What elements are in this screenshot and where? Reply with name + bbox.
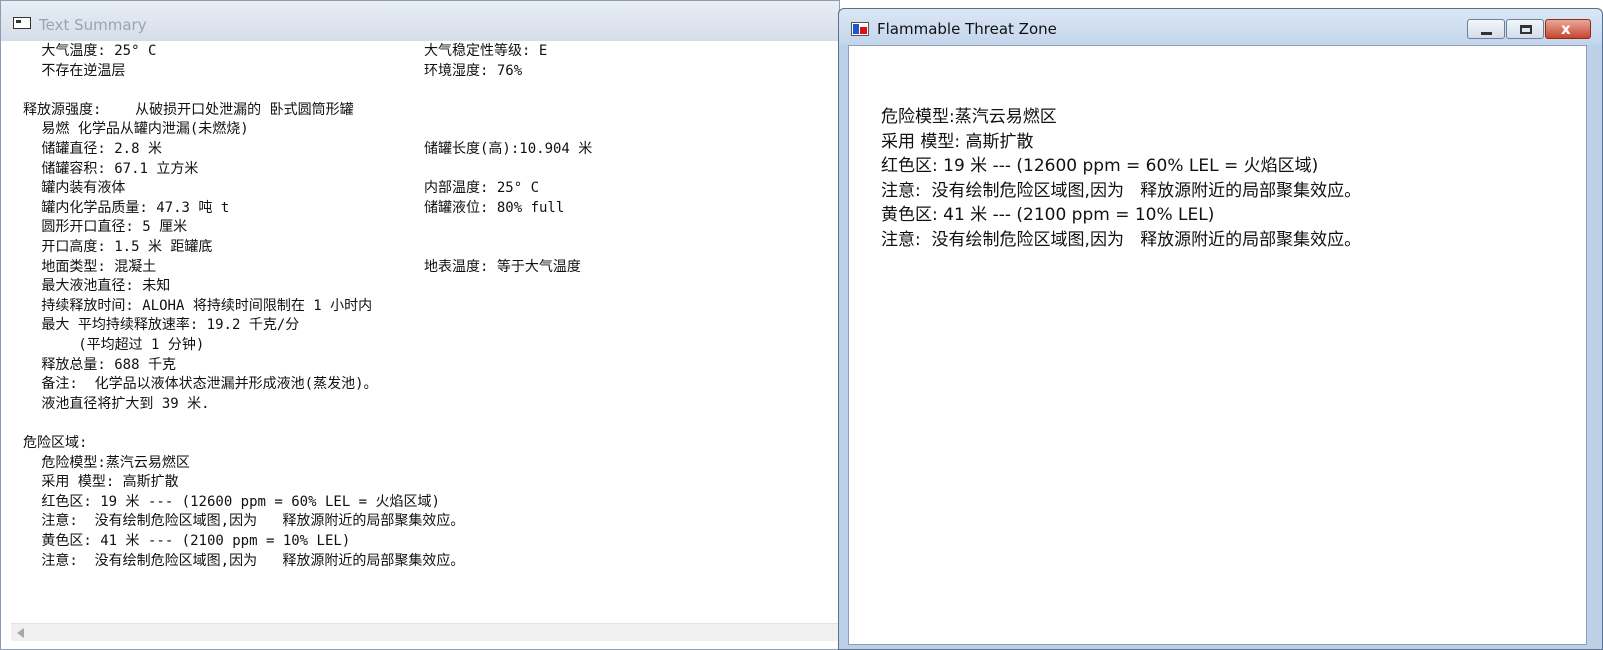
- threat-zone-line: 危险模型:蒸汽云易燃区: [881, 107, 1057, 127]
- summary-line: 注意: 没有绘制危险区域图,因为 释放源附近的局部聚集效应。: [41, 513, 465, 530]
- scroll-left-arrow-icon[interactable]: [17, 628, 24, 638]
- summary-line: 释放总量: 688 千克: [41, 356, 176, 373]
- summary-line: 罐内化学品质量: 47.3 吨 t: [41, 199, 230, 216]
- summary-line: 液池直径将扩大到 39 米.: [41, 395, 210, 412]
- summary-line-right: 储罐长度(高):10.904 米: [424, 141, 593, 157]
- summary-line: 不存在逆温层: [41, 62, 126, 79]
- summary-line: 圆形开口直径: 5 厘米: [41, 219, 188, 236]
- text-summary-content: 大气温度: 25° C 大气稳定性等级: E 不存在逆温层 环境湿度: 76% 释放源强…: [1, 41, 839, 621]
- summary-line: 易燃 化学品从罐内泄漏(未燃烧): [41, 121, 249, 138]
- threat-zone-line: 红色区: 19 米 --- (12600 ppm = 60% LEL = 火焰区…: [881, 156, 1319, 176]
- text-summary-window: Text Summary 大气温度: 25° C 大气稳定性等级: E 不存在逆温层…: [0, 0, 840, 650]
- summary-line: 持续释放时间: ALOHA 将持续时间限制在 1 小时内: [41, 297, 373, 314]
- summary-line: 罐内装有液体: [41, 180, 126, 197]
- threat-zone-title: Flammable Threat Zone: [877, 20, 1057, 38]
- flammable-threat-zone-window: Flammable Threat Zone x 危险模型:蒸汽云易燃区 采用 模型…: [838, 8, 1603, 650]
- summary-line: 最大液池直径: 未知: [41, 278, 171, 295]
- summary-line: 危险模型:蒸汽云易燃区: [41, 454, 190, 471]
- summary-line: 注意: 没有绘制危险区域图,因为 释放源附近的局部聚集效应。: [41, 552, 465, 569]
- close-icon: x: [1561, 20, 1571, 38]
- text-summary-titlebar[interactable]: Text Summary: [1, 1, 839, 41]
- minimize-button[interactable]: [1467, 19, 1505, 39]
- summary-line: 红色区: 19 米 --- (12600 ppm = 60% LEL = 火焰区…: [41, 493, 440, 510]
- text-summary-title: Text Summary: [39, 16, 147, 34]
- horizontal-scrollbar[interactable]: [11, 623, 839, 641]
- threat-zone-titlebar[interactable]: Flammable Threat Zone x: [839, 9, 1602, 45]
- summary-line: 采用 模型: 高斯扩散: [41, 474, 179, 491]
- summary-line: 备注: 化学品以液体状态泄漏并形成液池(蒸发池)。: [41, 376, 378, 393]
- threat-zone-line: 黄色区: 41 米 --- (2100 ppm = 10% LEL): [881, 205, 1215, 225]
- summary-line: 危险区域:: [23, 435, 88, 451]
- summary-line: 黄色区: 41 米 --- (2100 ppm = 10% LEL): [41, 533, 351, 549]
- summary-line-right: 储罐液位: 80% full: [424, 199, 565, 216]
- summary-line-right: 地表温度: 等于大气温度: [424, 258, 581, 275]
- summary-line: 释放源强度: 从破损开口处泄漏的 卧式圆筒形罐: [23, 101, 354, 118]
- summary-line: (平均超过 1 分钟): [78, 337, 205, 353]
- summary-line: 储罐容积: 67.1 立方米: [41, 160, 199, 177]
- summary-line-right: 内部温度: 25° C: [424, 180, 540, 197]
- maximize-button[interactable]: [1506, 19, 1544, 39]
- summary-line: 大气温度: 25° C: [41, 43, 157, 59]
- maximize-icon: [1520, 25, 1532, 34]
- summary-line: 最大 平均持续释放速率: 19.2 千克/分: [41, 317, 300, 334]
- summary-line: 地面类型: 混凝土: [41, 258, 157, 275]
- summary-line-right: 大气稳定性等级: E: [424, 43, 548, 59]
- threat-zone-line: 注意: 没有绘制危险区域图,因为 释放源附近的局部聚集效应。: [881, 180, 1362, 201]
- summary-line: 储罐直径: 2.8 米: [41, 141, 162, 157]
- summary-line-right: 环境湿度: 76%: [424, 62, 523, 79]
- summary-line: 开口高度: 1.5 米 距罐底: [41, 239, 213, 255]
- threat-zone-content: 危险模型:蒸汽云易燃区 采用 模型: 高斯扩散红色区: 19 米 --- (126…: [848, 45, 1587, 645]
- window-app-icon: [13, 17, 31, 29]
- threat-zone-line: 注意: 没有绘制危险区域图,因为 释放源附近的局部聚集效应。: [881, 229, 1362, 250]
- minimize-icon: [1481, 32, 1492, 35]
- close-button[interactable]: x: [1545, 19, 1591, 39]
- threat-zone-line: 采用 模型: 高斯扩散: [881, 131, 1034, 152]
- threat-zone-app-icon: [851, 22, 869, 36]
